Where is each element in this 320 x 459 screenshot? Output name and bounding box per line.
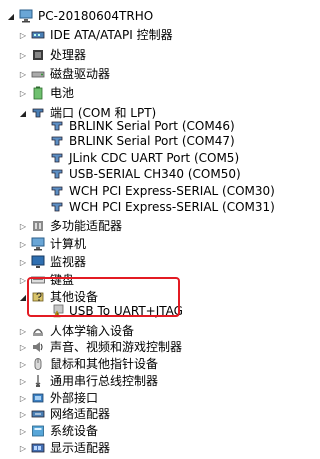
tree-category[interactable]: ▷ 多功能适配器 [0,216,310,236]
serial-port-icon [49,199,65,215]
tree-category[interactable]: ▷ 显示适配器 [0,438,310,458]
device-tree: ◢ PC-20180604TRHO ▷ IDE ATA/ATAPI 控制器 ▷ 处理器… [0,0,292,455]
expand-toggle[interactable]: ▷ [18,257,28,267]
cpu-icon [30,47,46,63]
tree-root[interactable]: ◢ PC-20180604TRHO [0,6,292,26]
expand-toggle[interactable]: ▷ [18,376,28,386]
expand-toggle[interactable]: ▷ [18,30,28,40]
disk-drive-icon [30,66,46,82]
tree-item-label: 多功能适配器 [50,219,123,233]
expand-toggle[interactable]: ▷ [18,275,28,285]
expand-toggle[interactable]: ▷ [18,239,28,249]
tree-item-label: 电池 [50,86,75,100]
serial-port-icon [49,166,65,182]
monitor-icon [30,254,46,270]
tree-category[interactable]: ▷ 处理器 [0,45,310,65]
tree-item-label: WCH PCI Express-SERIAL (COM31) [69,200,275,214]
tree-category[interactable]: ▷ 磁盘驱动器 [0,64,310,84]
tree-category[interactable]: ▷ 监视器 [0,252,310,272]
usb-icon [30,373,46,389]
multifunction-adapter-icon [30,218,46,234]
computer-icon [30,236,46,252]
tree-category[interactable]: ▷ 计算机 [0,234,310,254]
keyboard-icon [30,272,46,288]
tree-item-label: 计算机 [50,237,87,251]
expand-toggle[interactable]: ▷ [18,342,28,352]
expand-toggle[interactable]: ▷ [18,221,28,231]
tree-item-label: 处理器 [50,48,87,62]
warning-device-icon [49,303,65,319]
expand-toggle[interactable]: ▷ [18,359,28,369]
expand-toggle[interactable]: ▷ [18,69,28,79]
tree-root-label: PC-20180604TRHO [38,9,154,23]
ide-controller-icon [30,27,46,43]
tree-item-label: USB To UART+JTAG [69,304,183,318]
expand-toggle[interactable]: ▷ [18,409,28,419]
network-adapter-icon [30,406,46,422]
tree-item-label: IDE ATA/ATAPI 控制器 [50,28,173,42]
expand-toggle[interactable]: ▷ [18,326,28,336]
computer-icon [18,8,34,24]
collapse-toggle[interactable]: ◢ [6,11,16,21]
tree-item-label: 磁盘驱动器 [50,67,111,81]
expand-toggle[interactable]: ▷ [18,426,28,436]
sound-icon [30,339,46,355]
battery-icon [30,85,46,101]
expand-toggle[interactable]: ▷ [18,443,28,453]
expand-toggle[interactable]: ▷ [18,50,28,60]
tree-item-label: 显示适配器 [50,441,111,455]
tree-child-item[interactable]: WCH PCI Express-SERIAL (COM31) [0,197,320,217]
tree-category[interactable]: ▷ 电池 [0,83,310,103]
tree-category[interactable]: ▷ IDE ATA/ATAPI 控制器 [0,25,310,45]
mouse-icon [30,356,46,372]
tree-item-label: 监视器 [50,255,87,269]
system-device-icon [30,423,46,439]
expand-toggle[interactable]: ▷ [18,88,28,98]
tree-child-item[interactable]: USB To UART+JTAG [0,301,320,321]
serial-port-icon [49,133,65,149]
expand-toggle[interactable]: ▷ [18,393,28,403]
